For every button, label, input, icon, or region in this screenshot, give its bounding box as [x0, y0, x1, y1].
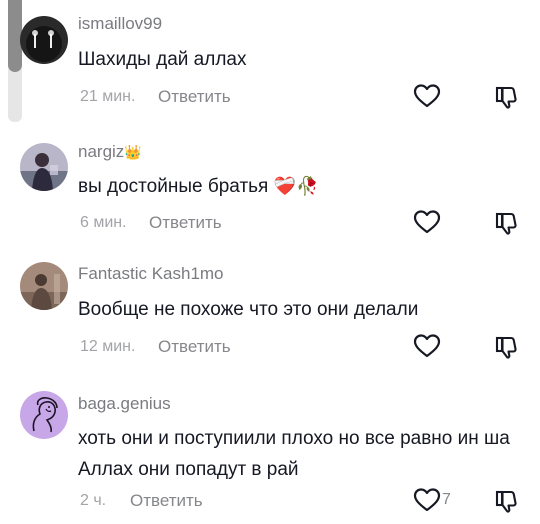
- dislike-icon[interactable]: [494, 84, 520, 110]
- dislike-icon[interactable]: [494, 334, 520, 360]
- mended-heart-rose-emoji-icon: ❤️‍🩹🥀: [273, 176, 319, 196]
- avatar-brown-photo-icon: [20, 262, 68, 310]
- comment-username[interactable]: ismaillov99: [78, 14, 162, 34]
- comment-time: 2 ч.: [80, 492, 107, 509]
- avatar[interactable]: [20, 16, 68, 64]
- reply-button[interactable]: Ответить: [158, 87, 231, 107]
- reply-button[interactable]: Ответить: [130, 491, 203, 511]
- like-count: 7: [442, 491, 451, 508]
- heart-icon[interactable]: [413, 209, 441, 235]
- comment-username[interactable]: nargiz👑: [78, 142, 142, 162]
- crown-badge-icon: 👑: [124, 144, 142, 160]
- avatar-purple-sketch-icon: [20, 391, 68, 439]
- scrollbar[interactable]: [8, 0, 22, 122]
- comment-username[interactable]: Fantastic Kash1mo: [78, 264, 224, 284]
- avatar-person-photo-icon: [20, 143, 68, 191]
- comment-username[interactable]: baga.genius: [78, 394, 171, 414]
- comment-time: 12 мин.: [80, 338, 136, 355]
- comment-text: Шахиды дай аллах: [78, 49, 247, 70]
- reply-button[interactable]: Ответить: [149, 213, 222, 233]
- avatar[interactable]: [20, 391, 68, 439]
- avatar[interactable]: [20, 262, 68, 310]
- comment-text: вы достойные братья ❤️‍🩹🥀: [78, 171, 518, 202]
- comment-time: 21 мин.: [80, 88, 136, 105]
- heart-icon[interactable]: [413, 487, 441, 513]
- dislike-icon[interactable]: [494, 210, 520, 236]
- heart-icon[interactable]: [413, 333, 441, 359]
- comment-text: Вообще не похоже что это они делали: [78, 299, 419, 320]
- avatar[interactable]: [20, 143, 68, 191]
- dislike-icon[interactable]: [494, 488, 520, 514]
- comment-time: 6 мин.: [80, 214, 127, 231]
- avatar-dark-photo-icon: [20, 16, 68, 64]
- username-text: nargiz: [78, 142, 125, 161]
- reply-button[interactable]: Ответить: [158, 337, 231, 357]
- heart-icon[interactable]: [413, 83, 441, 109]
- comment-text-body: вы достойные братья: [78, 176, 269, 197]
- comment-text: хоть они и поступиили плохо но все равно…: [78, 428, 510, 480]
